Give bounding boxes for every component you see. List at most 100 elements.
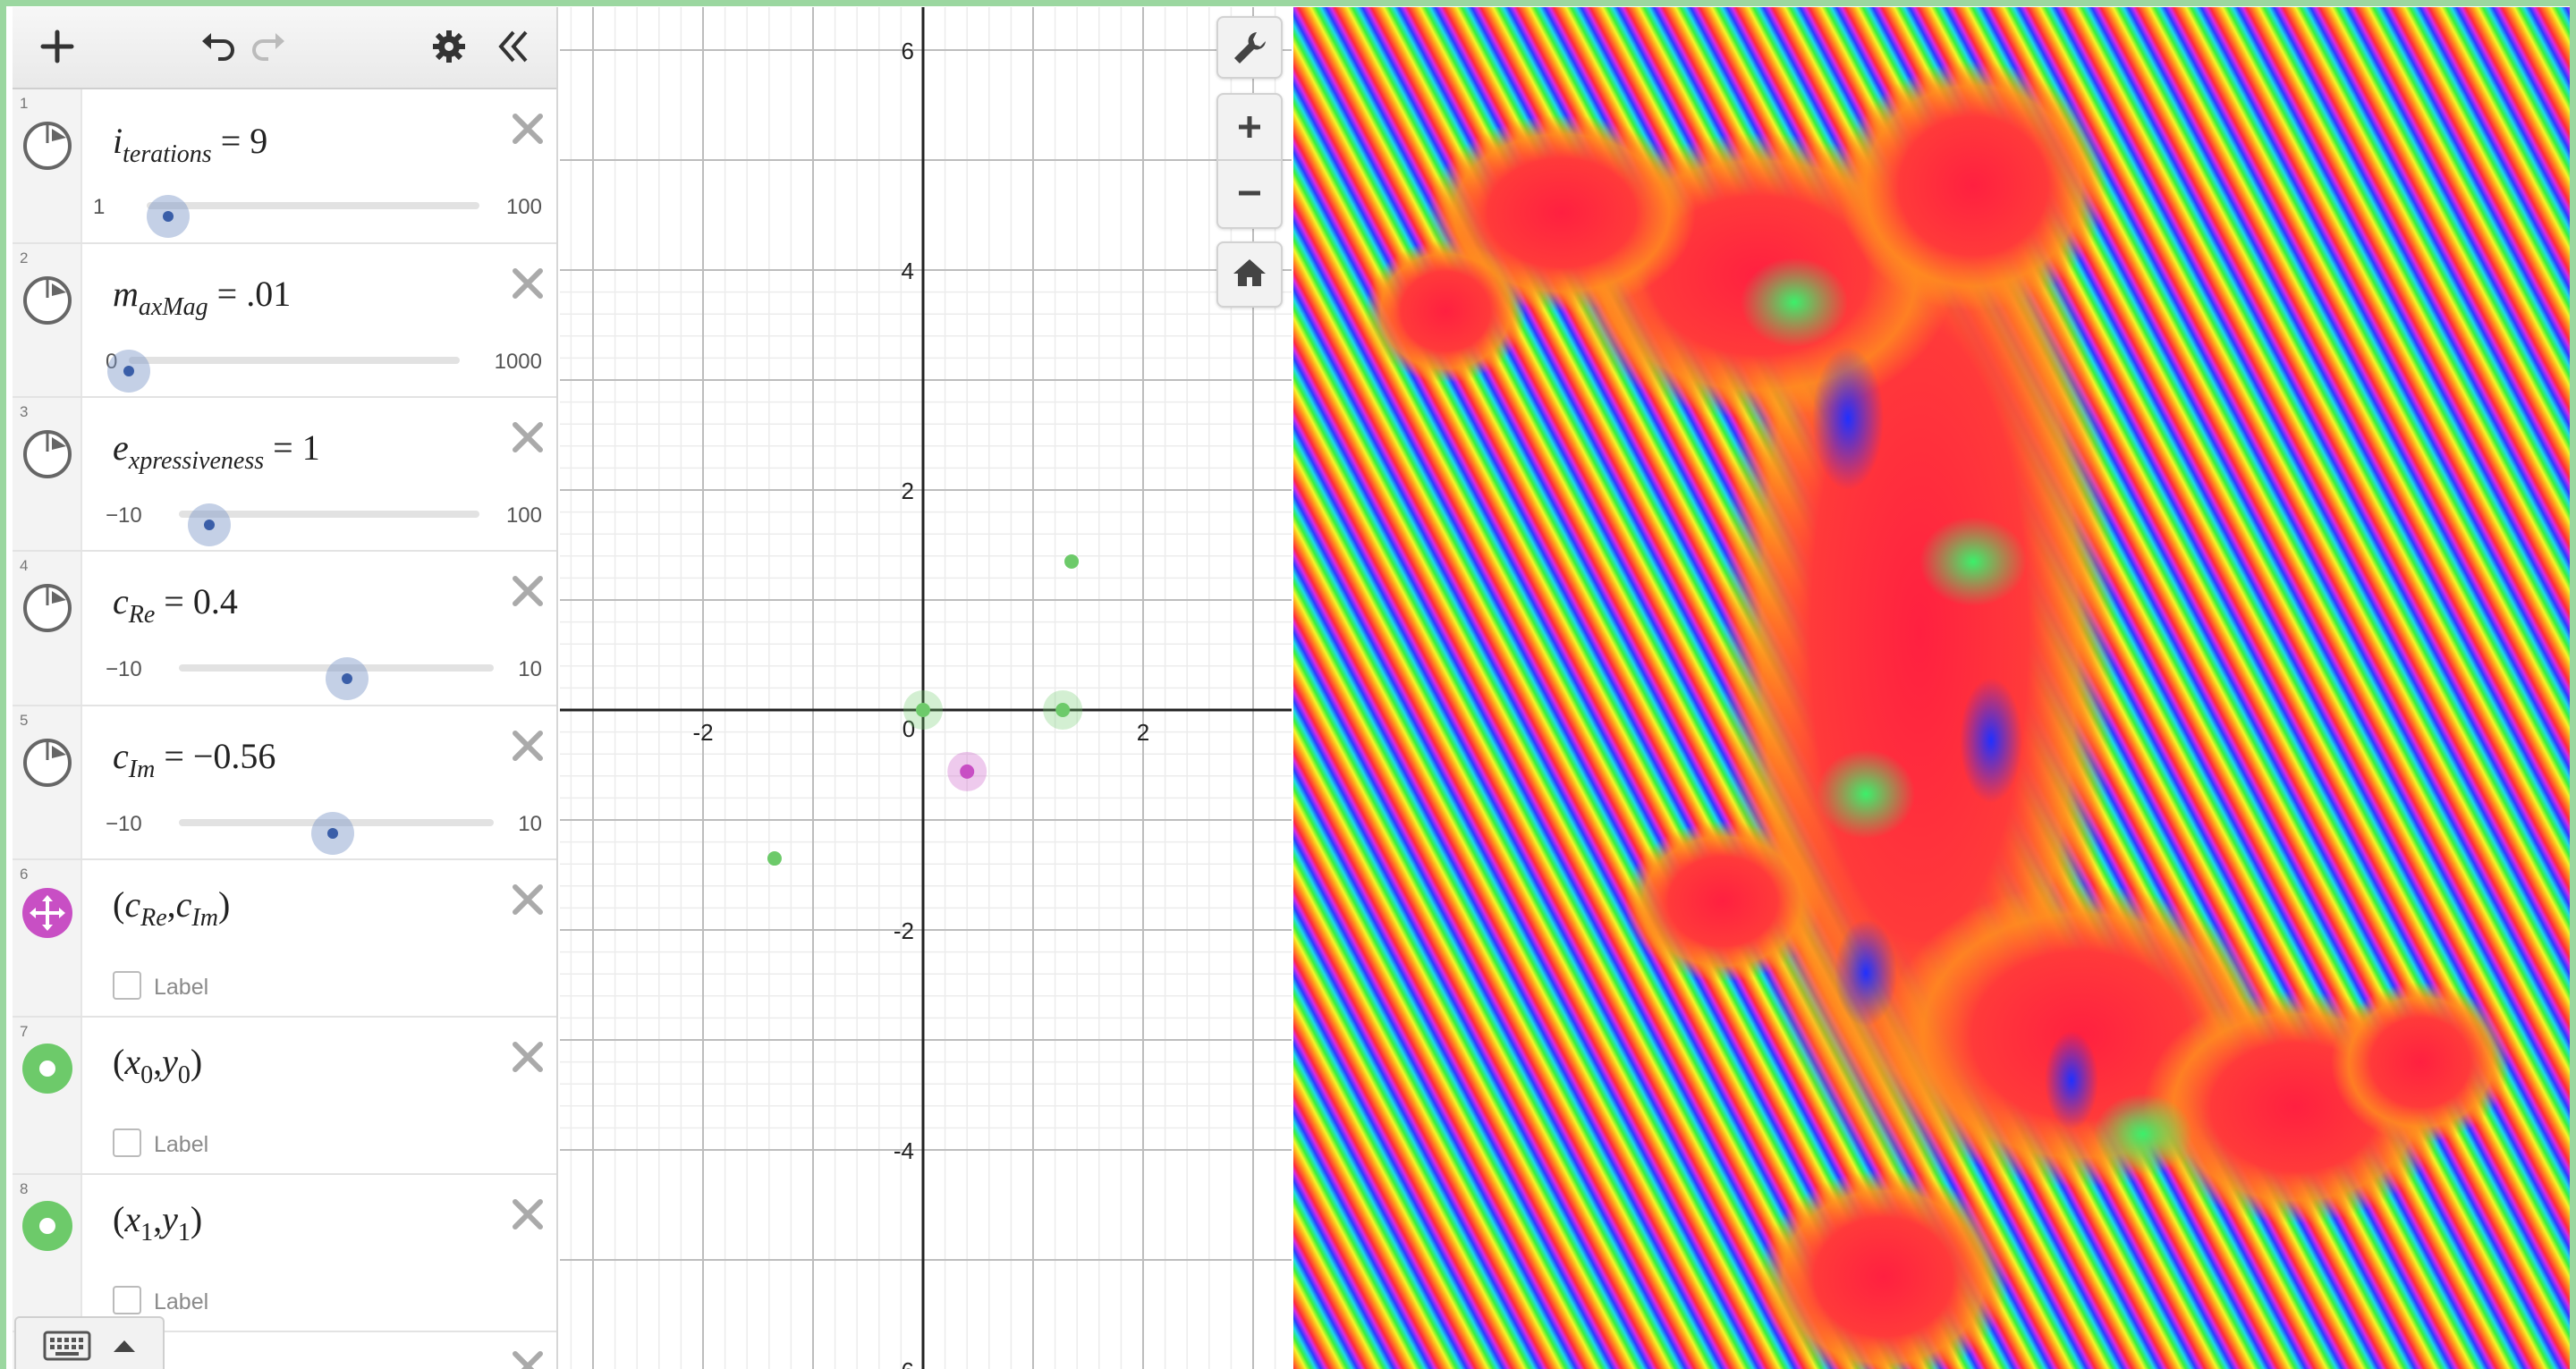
close-icon[interactable] (506, 262, 549, 305)
expression-formula[interactable]: cIm = −0.56 (113, 735, 275, 784)
row-gutter: 7 (13, 1018, 82, 1173)
collapse-panel-button[interactable] (487, 20, 540, 73)
slider-thumb[interactable] (311, 812, 354, 855)
var-symbol: e (113, 427, 129, 468)
var-symbol: c (113, 581, 129, 621)
undo-icon (202, 33, 234, 61)
var-symbol: i (113, 121, 123, 161)
label-checkbox[interactable] (113, 1286, 141, 1314)
var-value: = 1 (273, 427, 320, 468)
graph-settings-button[interactable] (1216, 16, 1283, 79)
var-subscript: Re (128, 601, 156, 629)
tick-label: 6 (902, 38, 914, 64)
plotted-point[interactable] (916, 703, 930, 717)
slider-track[interactable] (107, 350, 460, 393)
close-icon[interactable] (506, 724, 549, 767)
keyboard-toggle-button[interactable] (14, 1316, 165, 1369)
home-icon (1233, 259, 1266, 286)
slider-thumb[interactable] (147, 195, 190, 238)
label-checkbox[interactable] (113, 971, 141, 1000)
row-gutter: 6 (13, 860, 82, 1016)
expression-row-point-1[interactable]: 8 (x1,y1) Label (13, 1175, 556, 1332)
zoom-in-button[interactable] (1218, 95, 1281, 161)
row-gutter: 1 (13, 89, 82, 242)
row-index: 8 (20, 1180, 29, 1197)
undo-button[interactable] (191, 20, 245, 73)
slider-min: −10 (106, 503, 142, 528)
settings-button[interactable] (422, 20, 476, 73)
close-icon[interactable] (506, 570, 549, 613)
redo-button[interactable] (242, 20, 295, 73)
var-symbol: m (113, 274, 139, 314)
close-icon[interactable] (506, 1345, 549, 1369)
slider-play-icon[interactable] (21, 120, 73, 172)
label-checkbox[interactable] (113, 1128, 141, 1157)
caret-up-icon (114, 1340, 135, 1352)
graph-paper[interactable]: -202642-2-4-6 (560, 7, 1292, 1369)
cim-slider[interactable]: −10 10 (93, 805, 542, 855)
cre-slider[interactable]: −10 10 (93, 650, 542, 700)
slider-track[interactable] (147, 195, 479, 238)
expression-row-cim[interactable]: 5 cIm = −0.56 −10 10 (13, 706, 556, 860)
row-index: 5 (20, 712, 29, 729)
expression-row-maxmag[interactable]: 2 maxMag = .01 0 1000 (13, 244, 556, 398)
var-value: = 9 (220, 121, 268, 161)
tick-label: 2 (902, 477, 914, 504)
slider-thumb[interactable] (188, 503, 231, 546)
expression-formula[interactable]: (x0,y0) (113, 1041, 202, 1090)
double-chevron-left-icon (498, 30, 528, 63)
slider-track[interactable] (179, 503, 479, 546)
var-value: = 0.4 (164, 581, 238, 621)
close-icon[interactable] (506, 416, 549, 459)
slider-thumb[interactable] (107, 350, 150, 393)
expressiveness-slider[interactable]: −10 100 (93, 496, 542, 546)
close-icon[interactable] (506, 1193, 549, 1236)
expression-formula[interactable]: (cRe,cIm) (113, 883, 230, 933)
tick-label: -4 (894, 1137, 914, 1164)
expression-row-expressiveness[interactable]: 3 expressiveness = 1 −10 100 (13, 398, 556, 552)
expression-row-iterations[interactable]: 1 iterations = 9 1 100 (13, 89, 556, 244)
slider-min: 1 (93, 195, 106, 219)
row-index: 2 (20, 249, 29, 266)
slider-max: 1000 (494, 350, 542, 374)
slider-play-icon[interactable] (21, 275, 73, 326)
iterations-slider[interactable]: 1 100 (93, 188, 542, 238)
slider-play-icon[interactable] (21, 582, 73, 634)
home-view-button[interactable] (1216, 241, 1283, 308)
point-icon[interactable] (21, 1043, 73, 1094)
plotted-point[interactable] (1055, 703, 1071, 717)
move-point-icon[interactable] (21, 887, 73, 939)
slider-max: 10 (518, 812, 542, 836)
maxmag-slider[interactable]: 0 1000 (93, 342, 542, 393)
plotted-point[interactable] (767, 851, 782, 866)
expression-formula[interactable]: expressiveness = 1 (113, 427, 320, 476)
close-icon[interactable] (506, 878, 549, 921)
add-expression-button[interactable] (30, 20, 84, 73)
zoom-out-button[interactable] (1218, 161, 1281, 227)
fractal-image (1293, 7, 2570, 1369)
slider-thumb[interactable] (326, 657, 369, 700)
zoom-in-icon (1239, 116, 1260, 138)
zoom-controls (1216, 93, 1283, 229)
slider-track[interactable] (179, 812, 494, 855)
slider-play-icon[interactable] (21, 428, 73, 480)
row-index: 7 (20, 1023, 29, 1040)
slider-min: −10 (106, 812, 142, 836)
expression-formula[interactable]: cRe = 0.4 (113, 580, 238, 630)
close-icon[interactable] (506, 1035, 549, 1078)
slider-track[interactable] (179, 657, 494, 700)
graph-canvas[interactable]: -202642-2-4-6 (560, 7, 1292, 1369)
expression-row-point-0[interactable]: 7 (x0,y0) Label (13, 1018, 556, 1175)
slider-play-icon[interactable] (21, 737, 73, 789)
expression-formula[interactable]: (x1,y1) (113, 1198, 202, 1247)
plotted-point[interactable] (1064, 554, 1080, 569)
expression-row-cre[interactable]: 4 cRe = 0.4 −10 10 (13, 552, 556, 706)
expression-row-point-c[interactable]: 6 (cRe,cIm) Label (13, 860, 556, 1018)
plotted-point[interactable] (960, 764, 975, 779)
point-icon[interactable] (21, 1200, 73, 1252)
expression-formula[interactable]: iterations = 9 (113, 120, 267, 169)
expression-formula[interactable]: maxMag = .01 (113, 273, 291, 322)
var-symbol: c (113, 736, 129, 776)
close-icon[interactable] (506, 107, 549, 150)
tick-label: 2 (1137, 719, 1149, 746)
